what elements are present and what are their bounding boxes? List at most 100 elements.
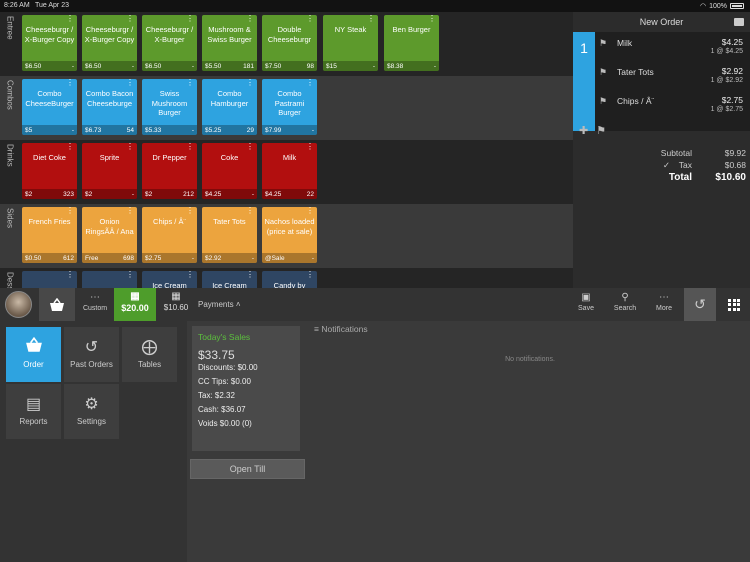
avatar[interactable]	[5, 291, 32, 318]
more-button[interactable]: ⋯ More	[647, 288, 681, 321]
more-vertical-icon[interactable]: ⋮	[186, 143, 194, 151]
payments-dropdown[interactable]: Payments ˄	[198, 288, 240, 321]
menu-item-name: Ice Cream	[212, 281, 247, 288]
menu-item-tile[interactable]: ⋮ Combo Pastrami Burger $7.99 -	[262, 79, 317, 135]
custom-button[interactable]: ⋯ Custom	[78, 288, 112, 321]
nav-reports[interactable]: ▤ Reports	[6, 384, 61, 439]
menu-item-tile[interactable]: ⋮ Cheeseburgr / X-Burger $6.50 -	[142, 15, 197, 71]
menu-item-tile[interactable]: ⋮ Coke $4.25 -	[202, 143, 257, 199]
menu-row-label[interactable]: Combos	[0, 76, 20, 140]
more-vertical-icon[interactable]: ⋮	[306, 207, 314, 215]
more-vertical-icon[interactable]: ⋮	[428, 15, 436, 23]
menu-item-tile[interactable]: ⋮ Ice Cream	[202, 271, 257, 288]
more-vertical-icon[interactable]: ⋮	[66, 207, 74, 215]
more-vertical-icon[interactable]: ⋮	[306, 143, 314, 151]
menu-row-label[interactable]: Entree	[0, 12, 20, 76]
menu-item-tile[interactable]: ⋮ Cheeseburgr / X-Burger Copy $6.50 -	[22, 15, 77, 71]
menu-item-tile[interactable]: ⋮ Combo Bacon Cheeseburge $6.73 54	[82, 79, 137, 135]
history-button[interactable]: ↺	[684, 288, 716, 321]
seat-indicator[interactable]: 1	[573, 32, 595, 131]
order-item[interactable]: ⚑ Chips / Â¨ $2.75 1 @ $2.75	[597, 92, 747, 120]
more-vertical-icon[interactable]: ⋮	[246, 79, 254, 87]
menu-item-price: $5.25	[205, 126, 222, 134]
menu-item-tile[interactable]: ⋮ Cheeseburgr / X-Burger Copy $6.50 -	[82, 15, 137, 71]
menu-item-tile[interactable]: ⋮ Swiss Mushroom Burger $5.33 -	[142, 79, 197, 135]
cash-exact-label: $10.60	[163, 303, 189, 312]
menu-item-tile[interactable]: ⋮ Chips / Â¨ $2.75 -	[142, 207, 197, 263]
more-vertical-icon[interactable]: ⋮	[186, 271, 194, 279]
basket-icon	[6, 327, 61, 360]
order-totals: Subtotal $9.92 ✓ Tax $0.68 Total $10.60	[573, 148, 750, 186]
menu-item-tile[interactable]: ⋮ Dr Pepper $2 212	[142, 143, 197, 199]
more-vertical-icon[interactable]: ⋮	[186, 15, 194, 23]
menu-item-tile[interactable]: ⋮ Ice Cream	[142, 271, 197, 288]
menu-item-stock: -	[191, 126, 194, 134]
more-vertical-icon[interactable]: ⋮	[126, 79, 134, 87]
menu-item-price: $6.73	[85, 126, 102, 134]
more-vertical-icon[interactable]: ⋮	[66, 143, 74, 151]
menu-item-price: Free	[85, 254, 99, 262]
more-vertical-icon[interactable]: ⋮	[66, 15, 74, 23]
sales-cc-tips: CC Tips: $0.00	[198, 377, 251, 386]
menu-item-tile[interactable]: ⋮ Tater Tots $2.92 -	[202, 207, 257, 263]
menu-item-tile[interactable]: ⋮ NY Steak $15 -	[323, 15, 378, 71]
more-vertical-icon[interactable]: ⋮	[306, 15, 314, 23]
menu-item-tile[interactable]: ⋮ Ben Burger $8.38 -	[384, 15, 439, 71]
more-vertical-icon[interactable]: ⋮	[66, 271, 74, 279]
checkmark-icon[interactable]: ✓	[663, 160, 670, 171]
more-vertical-icon[interactable]: ⋮	[367, 15, 375, 23]
more-vertical-icon[interactable]: ⋮	[66, 79, 74, 87]
menu-item-tile[interactable]: ⋮ Candy by	[262, 271, 317, 288]
more-vertical-icon[interactable]: ⋮	[246, 143, 254, 151]
menu-item-tile[interactable]: ⋮ Mushroom & Swiss Burger $5.50 181	[202, 15, 257, 71]
menu-item-tile[interactable]: ⋮ Sprite $2 -	[82, 143, 137, 199]
cash-20-button[interactable]: ▦ $20.00	[114, 288, 156, 321]
cash-exact-button[interactable]: ▦ $10.60	[157, 288, 195, 321]
folder-icon[interactable]	[734, 18, 744, 26]
menu-item-name: Combo Hamburger	[210, 89, 249, 108]
more-vertical-icon[interactable]: ⋮	[126, 207, 134, 215]
order-item-name: Milk	[617, 38, 633, 48]
open-till-button[interactable]: Open Till	[190, 459, 305, 479]
battery-indicator: ◠ 100%	[700, 2, 744, 10]
menu-item-tile[interactable]: ⋮ Combo CheeseBurger $5 -	[22, 79, 77, 135]
order-item[interactable]: ⚑ Tater Tots $2.92 1 @ $2.92	[597, 63, 747, 91]
menu-item-tile[interactable]: ⋮ French Fries $0.50 612	[22, 207, 77, 263]
more-vertical-icon[interactable]: ⋮	[186, 79, 194, 87]
more-vertical-icon[interactable]: ⋮	[126, 15, 134, 23]
nav-tables[interactable]: ⨁ Tables	[122, 327, 177, 382]
menu-item-tile[interactable]: ⋮ Diet Coke $2 323	[22, 143, 77, 199]
more-vertical-icon[interactable]: ⋮	[246, 207, 254, 215]
nav-past-orders[interactable]: ↺ Past Orders	[64, 327, 119, 382]
menu-item-name: Onion RingsÃÂ / Ana	[85, 217, 134, 236]
menu-item-tile[interactable]: ⋮ Combo Hamburger $5.25 29	[202, 79, 257, 135]
more-vertical-icon[interactable]: ⋮	[306, 271, 314, 279]
discount-tag-icon[interactable]: ⚑	[596, 124, 606, 137]
more-vertical-icon[interactable]: ⋮	[126, 143, 134, 151]
more-vertical-icon[interactable]: ⋮	[186, 207, 194, 215]
menu-row-label[interactable]: Drinks	[0, 140, 20, 204]
nav-settings[interactable]: ⚙ Settings	[64, 384, 119, 439]
grid-view-button[interactable]	[718, 288, 750, 321]
search-button[interactable]: ⚲ Search	[608, 288, 642, 321]
menu-row-label[interactable]: Dess	[0, 268, 20, 288]
menu-item-stock: -	[131, 190, 134, 198]
order-item[interactable]: ⚑ Milk $4.25 1 @ $4.25	[597, 34, 747, 62]
more-vertical-icon[interactable]: ⋮	[126, 271, 134, 279]
menu-item-tile[interactable]: ⋮	[22, 271, 77, 288]
basket-button[interactable]	[39, 288, 75, 321]
menu-item-tile[interactable]: ⋮ Milk $4.25 22	[262, 143, 317, 199]
more-vertical-icon[interactable]: ⋮	[246, 15, 254, 23]
more-vertical-icon[interactable]: ⋮	[306, 79, 314, 87]
menu-item-tile[interactable]: ⋮ Nachos loaded (price at sale) @Sale -	[262, 207, 317, 263]
menu-item-tile[interactable]: ⋮	[82, 271, 137, 288]
more-vertical-icon[interactable]: ⋮	[246, 271, 254, 279]
save-button[interactable]: ▣ Save	[569, 288, 603, 321]
menu-row-label[interactable]: Sides	[0, 204, 20, 268]
add-customer-icon[interactable]: ✚	[579, 124, 588, 137]
nav-order[interactable]: Order	[6, 327, 61, 382]
menu-item-stock: -	[71, 62, 74, 70]
menu-item-tile[interactable]: ⋮ Double Cheeseburgr $7.50 98	[262, 15, 317, 71]
menu-item-name: Diet Coke	[33, 153, 66, 162]
menu-item-tile[interactable]: ⋮ Onion RingsÃÂ / Ana Free 698	[82, 207, 137, 263]
